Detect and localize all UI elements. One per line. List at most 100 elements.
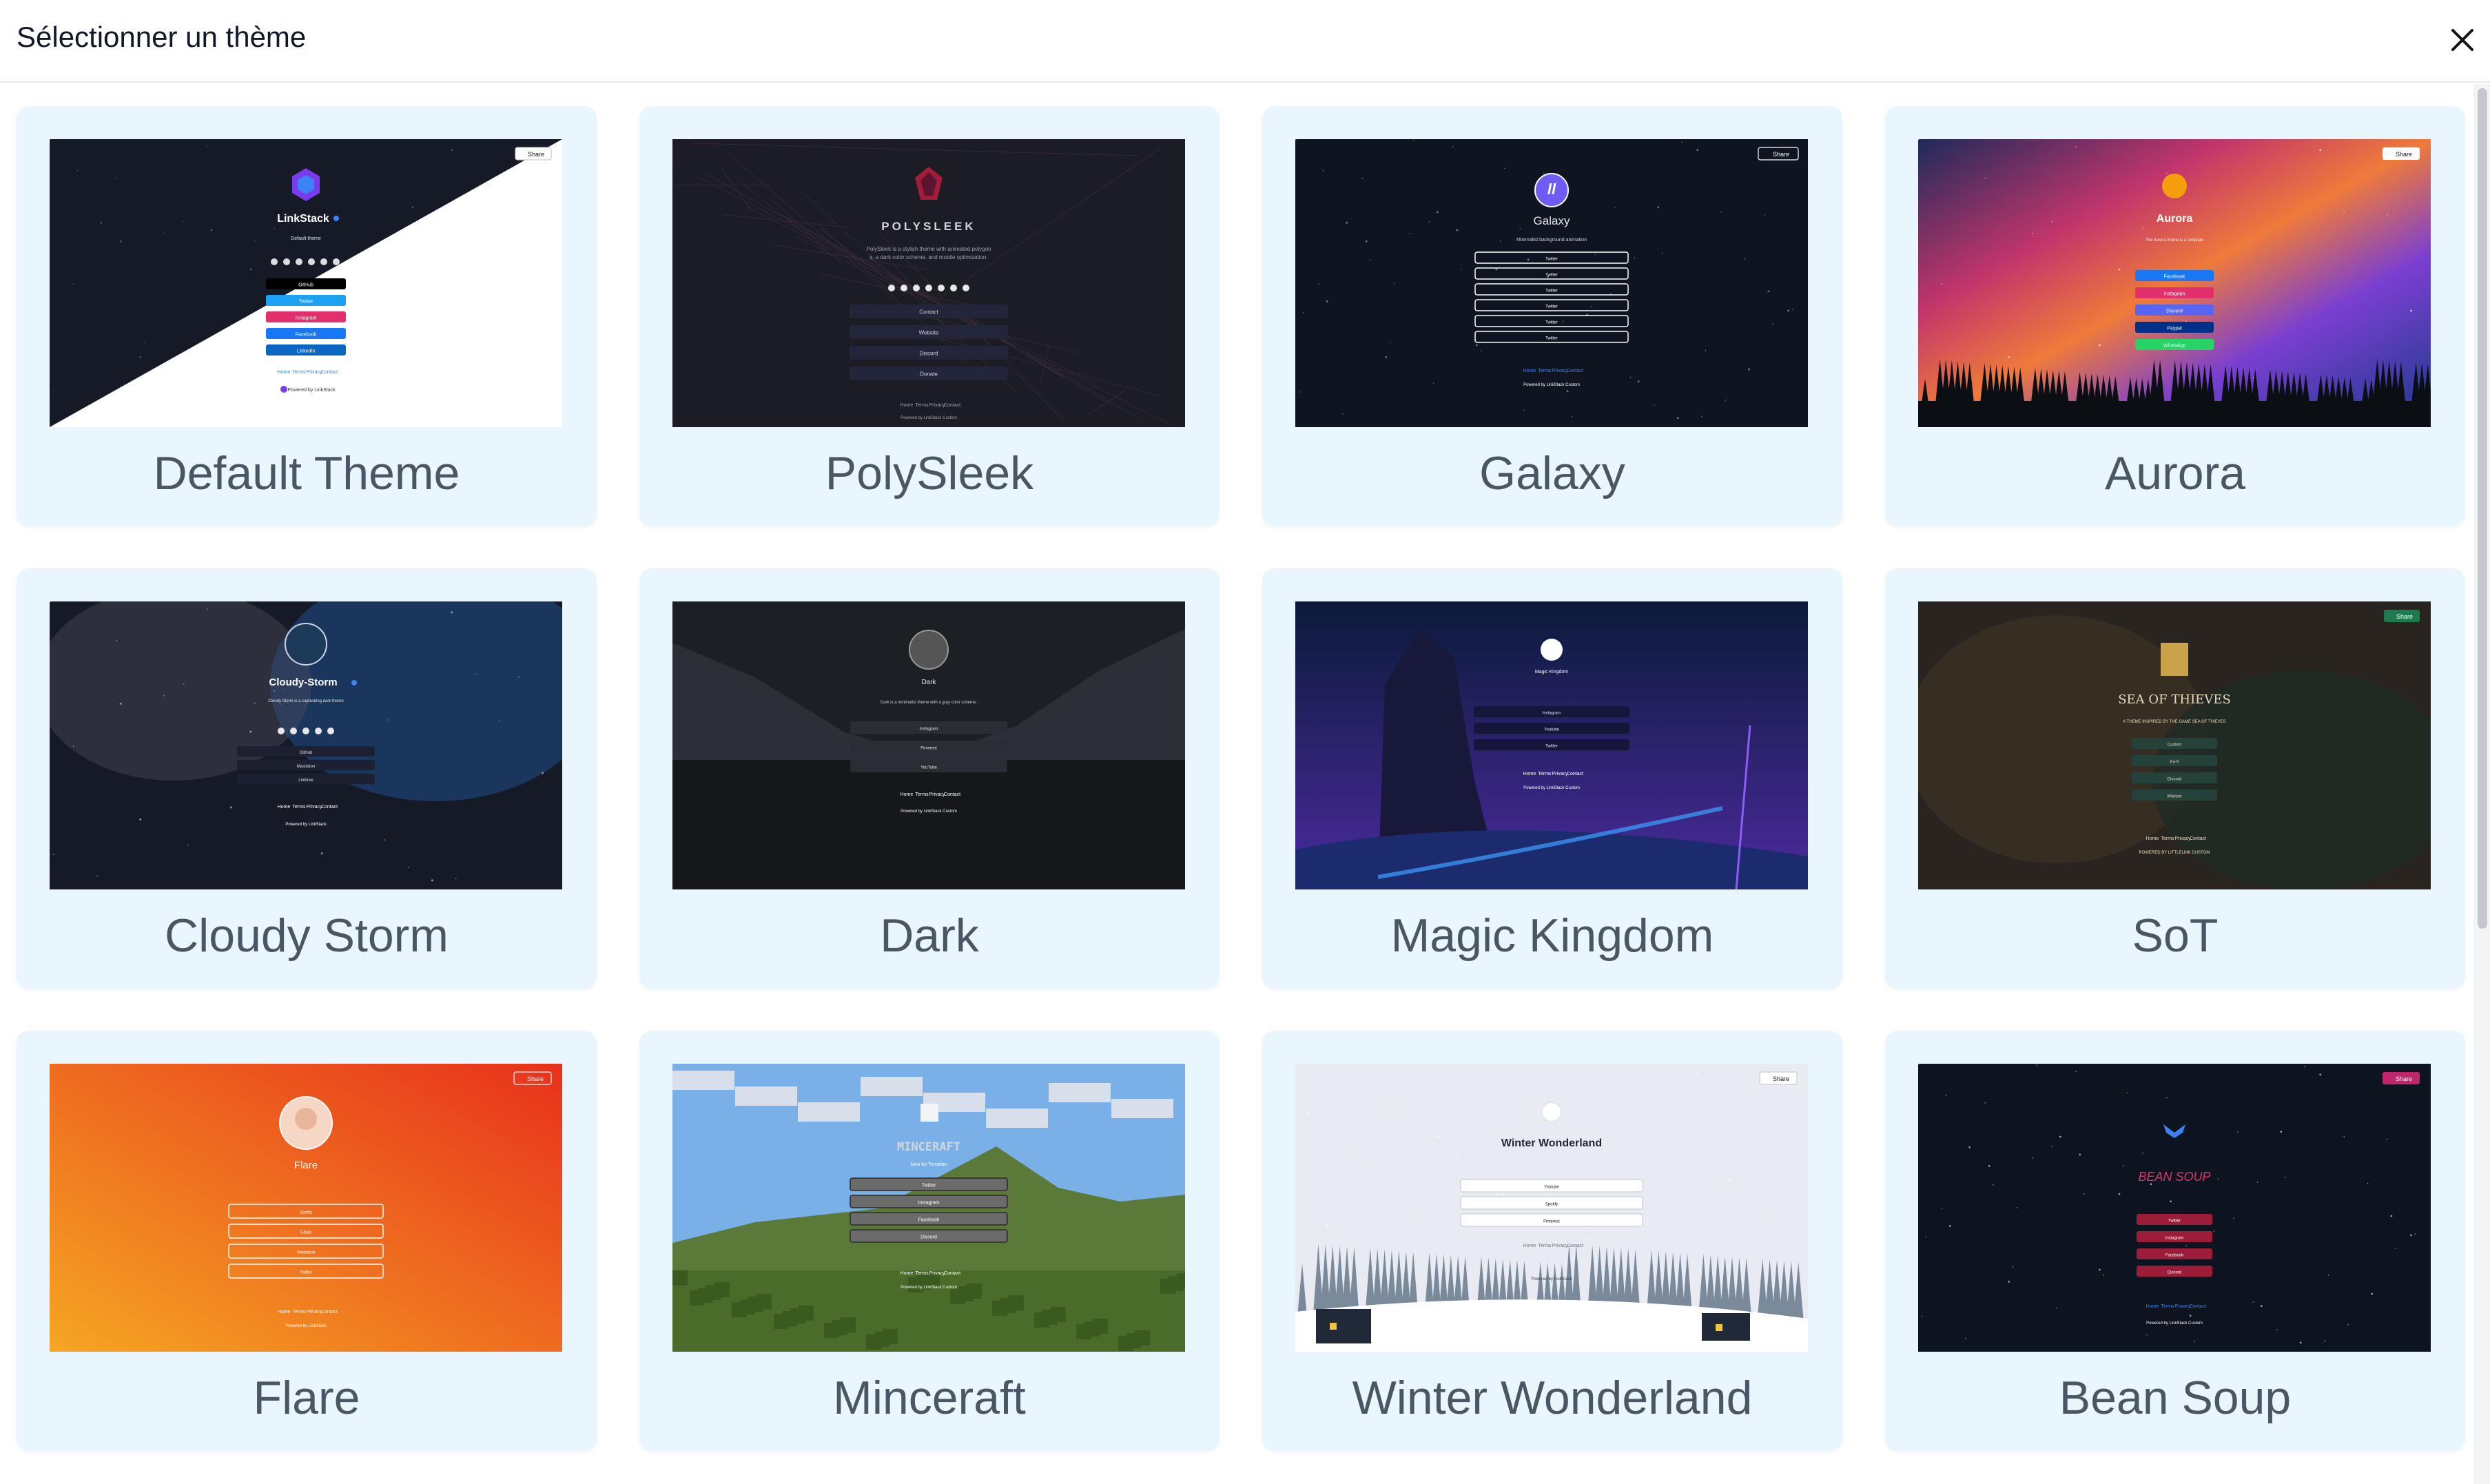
theme-card[interactable]: Cloudy-Storm Cloudy Storm is a captivatin… xyxy=(17,568,597,989)
preview-footer-link: Terms xyxy=(292,1310,306,1315)
preview-share-label: Share xyxy=(2396,613,2413,620)
theme-preview-graphic: Share Flare Spotify Gitlab Mastodon Twitter Ho… xyxy=(50,1064,562,1352)
preview-link-label: Instagram xyxy=(920,728,938,732)
preview-text: ll xyxy=(1547,181,1556,198)
theme-card[interactable]: Share BEAN SOUP Twitter Instagram Facebook Di… xyxy=(1885,1031,2465,1451)
theme-card[interactable]: Share SEA OF THIEVES A THEME INSPIRED BY T… xyxy=(1885,568,2465,989)
theme-grid: Share LinkStack Default theme GitHub Twitter… xyxy=(0,84,2490,1484)
preview-footer-link: Terms xyxy=(915,792,929,797)
close-button[interactable] xyxy=(2443,21,2482,59)
theme-card[interactable]: Share Aurora The Aurora theme is a templat… xyxy=(1885,106,2465,526)
preview-profile-name: MINCERAFT xyxy=(897,1140,960,1154)
theme-card[interactable]: Magic Kingdom Instagram Youtube Twitter Home… xyxy=(1262,568,1842,989)
preview-profile-name: Aurora xyxy=(2157,213,2193,225)
theme-card[interactable]: POLYSLEEK PolySleek is a stylish theme wi… xyxy=(639,106,1220,526)
theme-preview-image[interactable]: Share SEA OF THIEVES A THEME INSPIRED BY T… xyxy=(1918,601,2431,889)
preview-link-label: WhatsApp xyxy=(2163,344,2185,349)
preview-text: Now try Terrarian xyxy=(910,1162,947,1167)
preview-link-label: Pinterest xyxy=(920,747,937,751)
preview-link-label: Mastodon xyxy=(297,1251,315,1255)
theme-card[interactable]: Share Flare Spotify Gitlab Mastodon Twitter Ho… xyxy=(17,1031,597,1451)
preview-profile-name: Flare xyxy=(294,1160,318,1171)
theme-card[interactable]: Share Winter Wonderland Youtube Spotify Pint… xyxy=(1262,1031,1842,1451)
theme-name: SoT xyxy=(2132,909,2219,962)
theme-name: Default Theme xyxy=(153,447,460,499)
preview-avatar xyxy=(1541,1102,1562,1122)
theme-preview-graphic: Magic Kingdom Instagram Youtube Twitter Home… xyxy=(1295,601,1808,889)
preview-link-label: Website xyxy=(919,330,939,336)
preview-link-label: Mastodon xyxy=(297,765,315,769)
preview-link-label: Instagram xyxy=(1543,712,1561,716)
preview-footer-link: Home xyxy=(1523,772,1536,776)
preview-footer-link: Privacy xyxy=(929,403,945,408)
scrollbar-thumb[interactable] xyxy=(2478,88,2487,929)
theme-preview-image[interactable]: Share Winter Wonderland Youtube Spotify Pint… xyxy=(1295,1064,1808,1352)
theme-preview-graphic: Share Aurora The Aurora theme is a templat… xyxy=(1918,139,2431,427)
preview-footer-link: Privacy xyxy=(2175,836,2191,841)
theme-card[interactable]: Share ll Galaxy Minimalist background anima… xyxy=(1262,106,1842,526)
preview-avatar xyxy=(285,623,327,666)
theme-card[interactable]: Share LinkStack Default theme GitHub Twitter… xyxy=(17,106,597,526)
preview-text: PolySleek is a stylish theme with animat… xyxy=(867,246,991,252)
theme-preview-image[interactable]: Share Aurora The Aurora theme is a templat… xyxy=(1918,139,2431,427)
preview-footer-link: Contact xyxy=(944,1271,960,1276)
preview-link-label: Discord xyxy=(2168,1271,2181,1275)
preview-text: Powered by LinkStack Custom xyxy=(1523,786,1580,790)
preview-link-label: Instagram xyxy=(2165,1237,2184,1241)
theme-name: Cloudy Storm xyxy=(165,909,449,962)
preview-footer-link: Terms xyxy=(2161,1304,2174,1309)
preview-profile-name: LinkStack xyxy=(277,213,329,225)
theme-preview-image[interactable]: Magic Kingdom Instagram Youtube Twitter Home… xyxy=(1295,601,1808,889)
preview-footer-link: Contact xyxy=(944,403,960,408)
preview-link-label: Linktree xyxy=(298,779,313,783)
preview-link-label: Gitlab xyxy=(300,1231,311,1235)
preview-link-label: Discord xyxy=(2166,309,2183,314)
theme-preview-image[interactable]: Cloudy-Storm Cloudy Storm is a captivatin… xyxy=(50,601,562,889)
preview-footer-link: Privacy xyxy=(2175,1304,2191,1309)
preview-text: A THEME INSPIRED BY THE GAME SEA OF THIE… xyxy=(2123,720,2225,724)
preview-footer-link: Privacy xyxy=(929,1271,945,1276)
preview-footer-link: Home xyxy=(901,1271,914,1276)
theme-preview-image[interactable]: MINCERAFT Now try Terrarian Twitter Instagr… xyxy=(672,1064,1185,1352)
preview-text: Powered by LinkStack Custom xyxy=(2146,1321,2203,1326)
preview-link-label: Twitter xyxy=(1545,274,1558,278)
theme-preview-graphic: MINCERAFT Now try Terrarian Twitter Instagr… xyxy=(672,1064,1185,1352)
theme-preview-graphic: POLYSLEEK PolySleek is a stylish theme wi… xyxy=(672,139,1185,427)
preview-footer-link: Home xyxy=(901,403,914,408)
preview-avatar xyxy=(909,630,949,670)
preview-footer-link: Privacy xyxy=(307,1310,322,1315)
preview-footer-link: Contact xyxy=(1567,1244,1583,1248)
theme-name: Winter Wonderland xyxy=(1352,1372,1753,1424)
preview-footer-link: Privacy xyxy=(1552,1244,1568,1248)
preview-text: Powered by LinkStack xyxy=(1531,1277,1572,1281)
preview-text: Dark is a minimalist theme with a gray c… xyxy=(881,701,977,705)
preview-text: Powered by LinkStack xyxy=(285,823,327,827)
preview-footer-link: Home xyxy=(2146,1304,2159,1309)
preview-link-label: Ko-fi xyxy=(2170,761,2179,765)
preview-profile-name: Magic Kingdom xyxy=(1535,670,1568,674)
preview-link-label: Pinterest xyxy=(1543,1220,1560,1224)
preview-footer-link: Contact xyxy=(944,792,960,797)
preview-share-label: Share xyxy=(1773,151,1789,158)
theme-preview-image[interactable]: Share BEAN SOUP Twitter Instagram Facebook Di… xyxy=(1918,1064,2431,1352)
preview-footer-link: Terms xyxy=(292,370,306,375)
modal-title: Sélectionner un thème xyxy=(17,21,307,53)
preview-footer-link: Contact xyxy=(1567,772,1583,776)
preview-link-label: Twitter xyxy=(2168,1219,2181,1224)
theme-preview-graphic: Share LinkStack Default theme GitHub Twitter… xyxy=(50,139,562,427)
theme-preview-image[interactable]: Share ll Galaxy Minimalist background anima… xyxy=(1295,139,1808,427)
preview-text: Powered by LinkStack Custom xyxy=(901,810,957,814)
preview-link-label: Custom xyxy=(2168,743,2182,748)
theme-preview-image[interactable]: POLYSLEEK PolySleek is a stylish theme wi… xyxy=(672,139,1185,427)
theme-preview-image[interactable]: Share LinkStack Default theme GitHub Twitter… xyxy=(50,139,562,427)
theme-preview-image[interactable]: Share Flare Spotify Gitlab Mastodon Twitter Ho… xyxy=(50,1064,562,1352)
theme-card[interactable]: Dark Dark is a minimalist theme with a gr… xyxy=(639,568,1220,989)
theme-preview-graphic: Dark Dark is a minimalist theme with a gr… xyxy=(672,601,1185,889)
theme-preview-image[interactable]: Dark Dark is a minimalist theme with a gr… xyxy=(672,601,1185,889)
preview-link-label: LinkedIn xyxy=(297,349,316,354)
preview-link-label: Facebook xyxy=(296,333,317,338)
preview-link-label: GitHub xyxy=(300,751,313,755)
preview-profile-name: BEAN SOUP xyxy=(2138,1170,2210,1184)
theme-card[interactable]: MINCERAFT Now try Terrarian Twitter Instagr… xyxy=(639,1031,1220,1451)
preview-link-label: Twitter xyxy=(299,300,313,305)
